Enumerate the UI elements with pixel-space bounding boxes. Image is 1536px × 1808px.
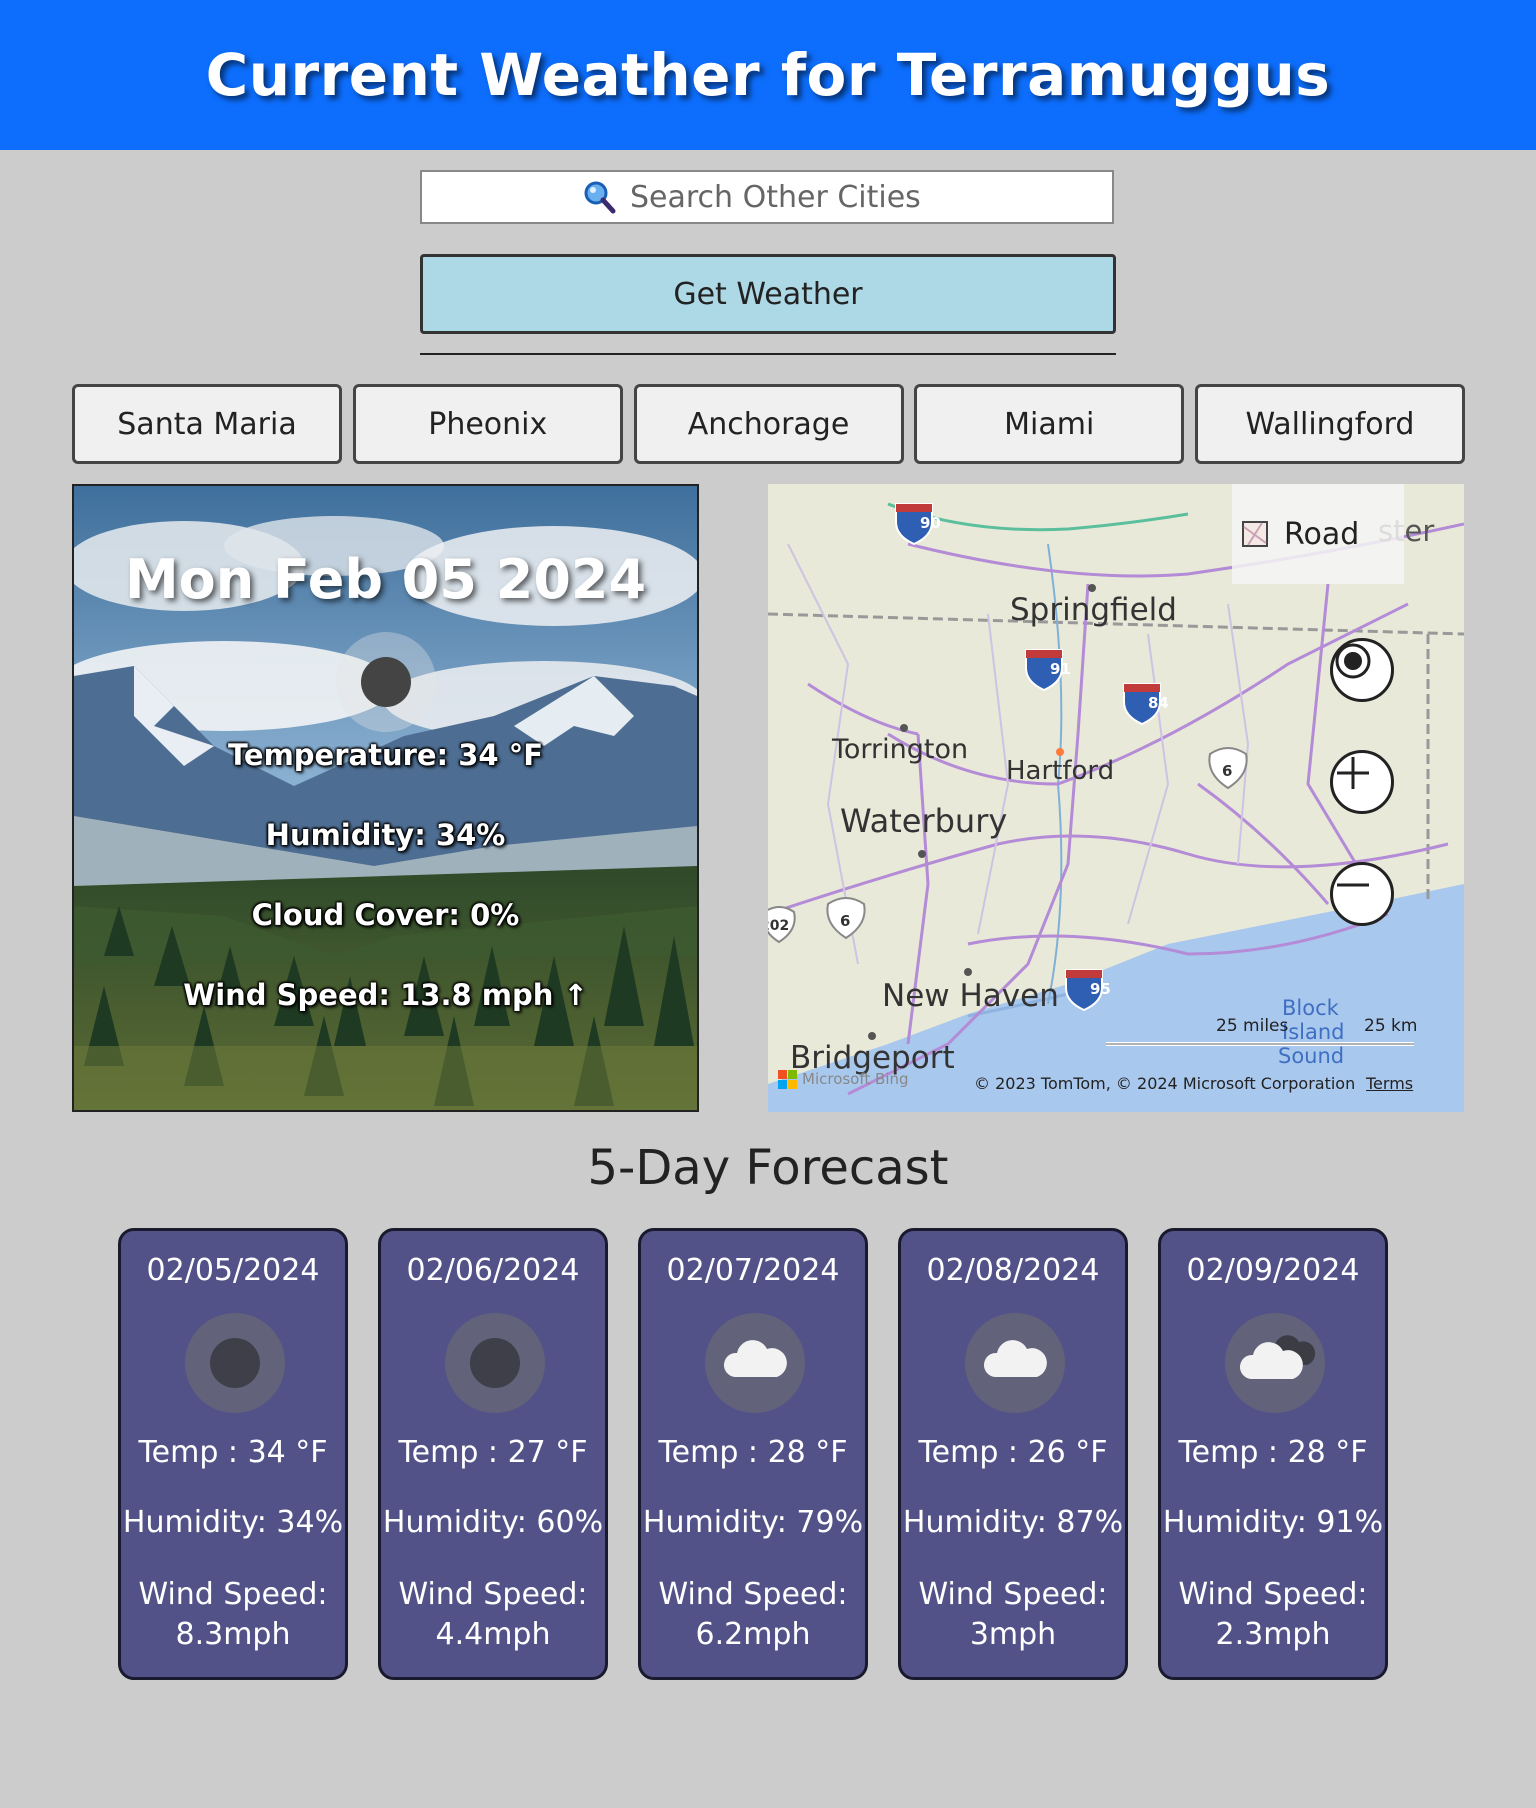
search-input[interactable] bbox=[628, 178, 952, 216]
map-label-torrington: Torrington bbox=[832, 734, 969, 765]
forecast-temp: Temp : 27 °F bbox=[398, 1435, 588, 1470]
map-label-island: Island bbox=[1282, 1020, 1345, 1044]
forecast-humidity: Humidity: 34% bbox=[122, 1505, 344, 1540]
forecast-date: 02/09/2024 bbox=[1186, 1253, 1360, 1288]
forecast-card: 02/06/2024 Temp : 27 °F Humidity: 60% Wi… bbox=[378, 1228, 608, 1680]
page-title: Current Weather for Terramuggus bbox=[205, 41, 1331, 109]
current-temperature: Temperature: 34 °F bbox=[227, 738, 544, 772]
map-scale-km: 25 km bbox=[1364, 1016, 1418, 1036]
forecast-wind-value: 2.3mph bbox=[1215, 1617, 1331, 1652]
divider bbox=[420, 353, 1116, 355]
search-icon bbox=[582, 180, 616, 214]
current-cloud-cover: Cloud Cover: 0% bbox=[251, 898, 520, 932]
forecast-temp: Temp : 28 °F bbox=[658, 1435, 848, 1470]
city-button-santa-maria[interactable]: Santa Maria bbox=[72, 384, 342, 464]
us-route-6-shield: 6 bbox=[1222, 762, 1233, 780]
map-label-waterbury: Waterbury bbox=[840, 802, 1008, 840]
current-wind-speed: Wind Speed: 13.8 mph ↑ bbox=[183, 978, 588, 1012]
forecast-humidity: Humidity: 87% bbox=[902, 1505, 1124, 1540]
current-weather-panel: Mon Feb 05 2024 Temperature: 34 °F Humid… bbox=[72, 484, 699, 1112]
city-buttons: Santa Maria Pheonix Anchorage Miami Wall… bbox=[72, 384, 1465, 464]
broken-clouds-icon bbox=[1225, 1313, 1325, 1413]
forecast-date: 02/07/2024 bbox=[666, 1253, 840, 1288]
cloud-icon bbox=[965, 1313, 1065, 1413]
interstate-95-shield: 95 bbox=[1090, 980, 1111, 998]
us-route-202-shield: 202 bbox=[768, 918, 790, 934]
clear-night-icon bbox=[185, 1313, 285, 1413]
map-attribution: © 2023 TomTom, © 2024 Microsoft Corporat… bbox=[974, 1074, 1356, 1093]
current-date: Mon Feb 05 2024 bbox=[124, 548, 647, 611]
forecast-wind-label: Wind Speed: bbox=[398, 1577, 588, 1612]
forecast-wind: Wind Speed: 6.2mph bbox=[641, 1575, 865, 1655]
forecast-wind-value: 8.3mph bbox=[175, 1617, 291, 1652]
locate-icon bbox=[1335, 643, 1371, 679]
map-label-springfield: Springfield bbox=[1010, 592, 1177, 628]
map-style-selector[interactable]: Road bbox=[1232, 484, 1404, 584]
forecast-humidity: Humidity: 91% bbox=[1162, 1505, 1384, 1540]
forecast-wind-label: Wind Speed: bbox=[658, 1577, 848, 1612]
minus-icon bbox=[1337, 883, 1369, 887]
forecast-wind-value: 4.4mph bbox=[435, 1617, 551, 1652]
forecast-humidity: Humidity: 79% bbox=[642, 1505, 864, 1540]
forecast-wind: Wind Speed: 8.3mph bbox=[121, 1575, 345, 1655]
forecast-wind: Wind Speed: 2.3mph bbox=[1161, 1575, 1385, 1655]
city-button-pheonix[interactable]: Pheonix bbox=[352, 384, 623, 464]
map-style-icon bbox=[1242, 521, 1268, 547]
map-provider-label: Microsoft Bing bbox=[802, 1070, 909, 1088]
forecast-date: 02/05/2024 bbox=[146, 1253, 320, 1288]
forecast-wind-label: Wind Speed: bbox=[138, 1577, 328, 1612]
forecast-humidity: Humidity: 60% bbox=[382, 1505, 604, 1540]
city-button-miami[interactable]: Miami bbox=[914, 384, 1185, 464]
forecast-card: 02/07/2024 Temp : 28 °F Humidity: 79% Wi… bbox=[638, 1228, 868, 1680]
plus-icon bbox=[1337, 757, 1369, 789]
map-terms-link[interactable]: Terms bbox=[1366, 1074, 1413, 1093]
map-label-new-haven: New Haven bbox=[882, 978, 1059, 1014]
map-scale-miles: 25 miles bbox=[1216, 1016, 1289, 1036]
forecast-wind: Wind Speed: 4.4mph bbox=[381, 1575, 605, 1655]
city-button-anchorage[interactable]: Anchorage bbox=[633, 384, 904, 464]
page-header: Current Weather for Terramuggus bbox=[0, 0, 1536, 150]
forecast-wind-label: Wind Speed: bbox=[1178, 1577, 1368, 1612]
map-label-sound: Sound bbox=[1278, 1044, 1345, 1068]
forecast-temp: Temp : 26 °F bbox=[918, 1435, 1108, 1470]
map-style-label: Road bbox=[1284, 516, 1360, 552]
search-box[interactable] bbox=[420, 170, 1114, 224]
locate-me-button[interactable] bbox=[1330, 638, 1394, 702]
us-route-6-shield: 6 bbox=[840, 912, 851, 930]
forecast-wind-value: 3mph bbox=[969, 1617, 1057, 1652]
city-button-wallingford[interactable]: Wallingford bbox=[1195, 384, 1465, 464]
map-label-hartford: Hartford bbox=[1006, 756, 1115, 786]
forecast-date: 02/06/2024 bbox=[406, 1253, 580, 1288]
interstate-91-shield: 91 bbox=[1050, 660, 1071, 678]
zoom-in-button[interactable] bbox=[1330, 750, 1394, 814]
map-label-block: Block bbox=[1282, 996, 1339, 1020]
current-humidity: Humidity: 34% bbox=[265, 818, 506, 852]
forecast-title: 5-Day Forecast bbox=[587, 1140, 949, 1196]
forecast-date: 02/08/2024 bbox=[926, 1253, 1100, 1288]
forecast-card: 02/09/2024 Temp : 28 °F Humidity: 91% Wi… bbox=[1158, 1228, 1388, 1680]
map-view[interactable]: 90 91 84 95 6 6 202 Springfield Torringt… bbox=[768, 484, 1464, 1112]
forecast-cards: 02/05/2024 Temp : 34 °F Humidity: 34% Wi… bbox=[118, 1228, 1388, 1680]
clear-night-icon bbox=[445, 1313, 545, 1413]
clear-night-icon bbox=[336, 632, 436, 732]
cloud-icon bbox=[705, 1313, 805, 1413]
forecast-card: 02/08/2024 Temp : 26 °F Humidity: 87% Wi… bbox=[898, 1228, 1128, 1680]
interstate-90-shield: 90 bbox=[920, 514, 941, 532]
forecast-wind-value: 6.2mph bbox=[695, 1617, 811, 1652]
forecast-temp: Temp : 34 °F bbox=[138, 1435, 328, 1470]
forecast-temp: Temp : 28 °F bbox=[1178, 1435, 1368, 1470]
forecast-wind-label: Wind Speed: bbox=[918, 1577, 1108, 1612]
get-weather-button[interactable]: Get Weather bbox=[420, 254, 1116, 334]
forecast-card: 02/05/2024 Temp : 34 °F Humidity: 34% Wi… bbox=[118, 1228, 348, 1680]
interstate-84-shield: 84 bbox=[1148, 694, 1169, 712]
zoom-out-button[interactable] bbox=[1330, 862, 1394, 926]
forecast-wind: Wind Speed: 3mph bbox=[901, 1575, 1125, 1655]
